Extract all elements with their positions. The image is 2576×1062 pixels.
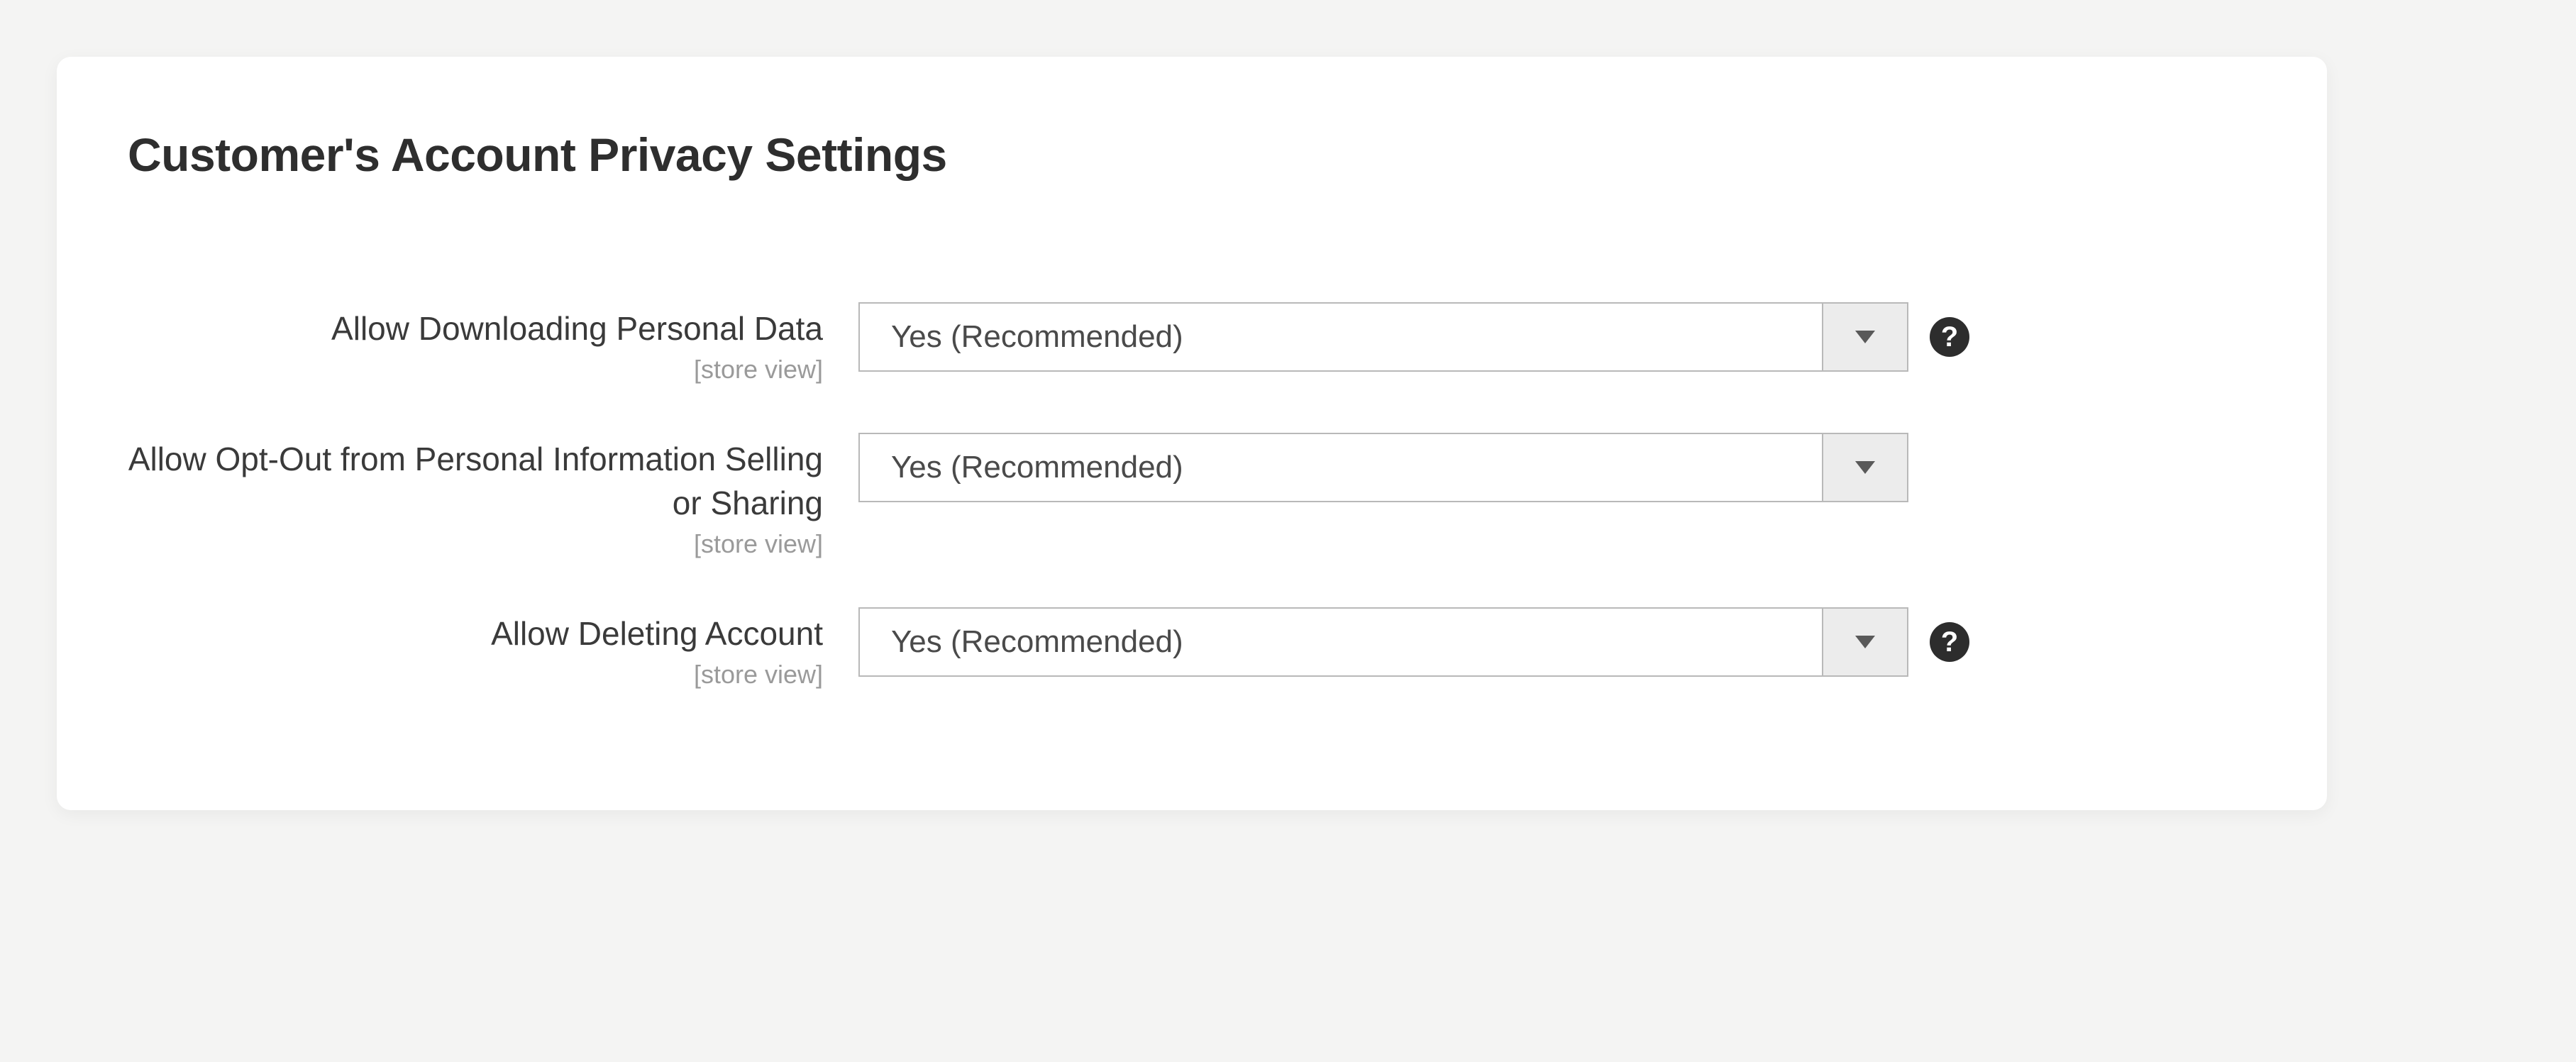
- select-caret-button[interactable]: [1822, 434, 1907, 501]
- field-label: Allow Deleting Account: [128, 612, 823, 656]
- select-value: Yes (Recommended): [860, 609, 1822, 675]
- chevron-down-icon: [1855, 636, 1875, 648]
- panel-title: Customer's Account Privacy Settings: [128, 128, 2256, 182]
- field-scope: [store view]: [128, 355, 823, 385]
- field-label-block: Allow Deleting Account [store view]: [128, 607, 858, 690]
- field-control-block: Yes (Recommended) ?: [858, 302, 1969, 372]
- field-row-opt-out: Allow Opt-Out from Personal Information …: [128, 433, 2256, 559]
- select-delete-account[interactable]: Yes (Recommended): [858, 607, 1908, 677]
- field-scope: [store view]: [128, 529, 823, 559]
- field-label-block: Allow Opt-Out from Personal Information …: [128, 433, 858, 559]
- privacy-settings-panel: Customer's Account Privacy Settings Allo…: [57, 57, 2327, 810]
- field-label-block: Allow Downloading Personal Data [store v…: [128, 302, 858, 385]
- help-icon[interactable]: ?: [1930, 622, 1969, 662]
- field-row-download-personal-data: Allow Downloading Personal Data [store v…: [128, 302, 2256, 385]
- help-icon[interactable]: ?: [1930, 317, 1969, 357]
- chevron-down-icon: [1855, 461, 1875, 474]
- select-caret-button[interactable]: [1822, 609, 1907, 675]
- field-control-block: Yes (Recommended) ?: [858, 607, 1969, 677]
- select-download-personal-data[interactable]: Yes (Recommended): [858, 302, 1908, 372]
- select-opt-out[interactable]: Yes (Recommended): [858, 433, 1908, 502]
- field-control-block: Yes (Recommended): [858, 433, 1969, 502]
- field-label: Allow Opt-Out from Personal Information …: [128, 437, 823, 525]
- select-caret-button[interactable]: [1822, 304, 1907, 370]
- field-scope: [store view]: [128, 660, 823, 690]
- field-label: Allow Downloading Personal Data: [128, 306, 823, 350]
- select-value: Yes (Recommended): [860, 434, 1822, 501]
- field-row-delete-account: Allow Deleting Account [store view] Yes …: [128, 607, 2256, 690]
- chevron-down-icon: [1855, 331, 1875, 343]
- select-value: Yes (Recommended): [860, 304, 1822, 370]
